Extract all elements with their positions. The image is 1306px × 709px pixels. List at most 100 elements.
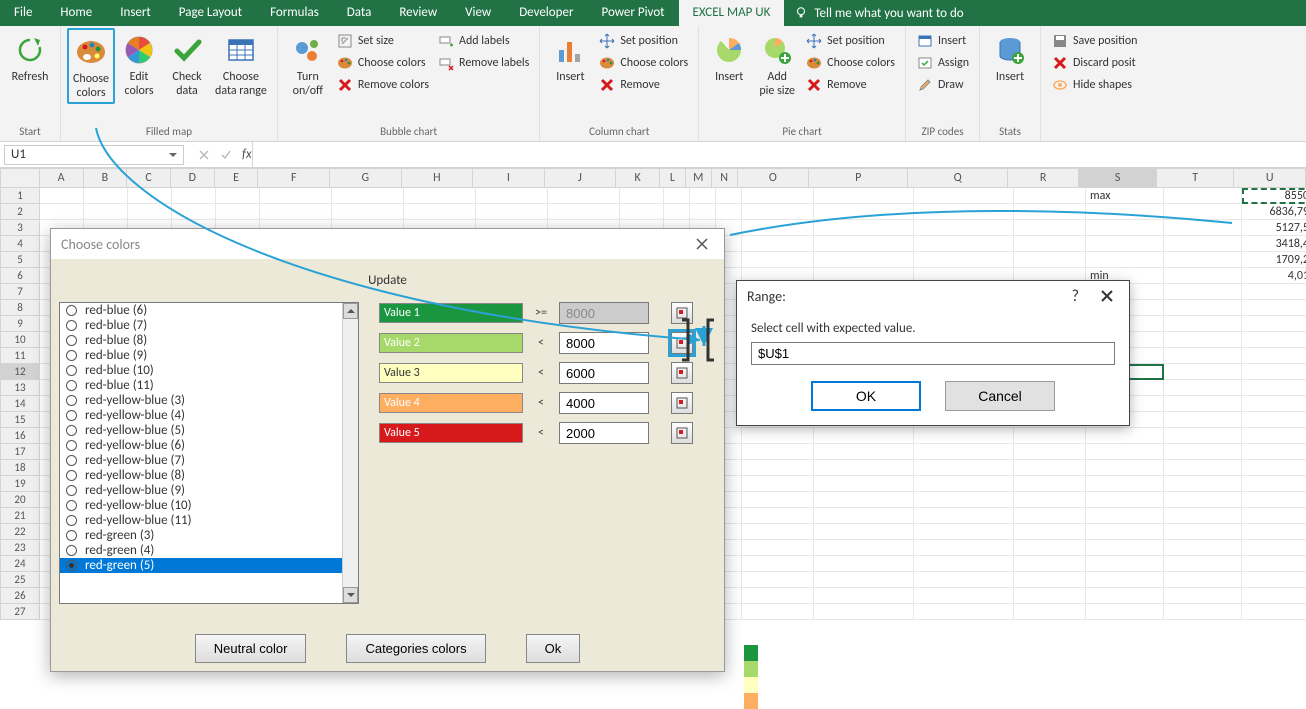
- row-header-3[interactable]: 3: [0, 220, 40, 236]
- cell-R18[interactable]: [1014, 460, 1086, 476]
- cell-P3[interactable]: [814, 220, 914, 236]
- row-header-24[interactable]: 24: [0, 556, 40, 572]
- cell-S19[interactable]: [1086, 476, 1164, 492]
- cell-Q27[interactable]: [914, 604, 1014, 620]
- row-header-10[interactable]: 10: [0, 332, 40, 348]
- cell-T10[interactable]: [1164, 332, 1242, 348]
- tab-excel-map-uk[interactable]: EXCEL MAP UK: [679, 0, 785, 26]
- cell-U15[interactable]: [1242, 412, 1306, 428]
- cell-Q25[interactable]: [914, 572, 1014, 588]
- cell-U19[interactable]: [1242, 476, 1306, 492]
- threshold-input[interactable]: [559, 332, 649, 354]
- cell-R25[interactable]: [1014, 572, 1086, 588]
- cell-Q21[interactable]: [914, 508, 1014, 524]
- cell-S1[interactable]: max: [1086, 188, 1164, 204]
- cell-R20[interactable]: [1014, 492, 1086, 508]
- cell-L1[interactable]: [664, 188, 690, 204]
- cell-Q5[interactable]: [914, 252, 1014, 268]
- cell-T12[interactable]: [1164, 364, 1242, 380]
- range-cancel-button[interactable]: Cancel: [945, 381, 1055, 411]
- cell-O3[interactable]: [742, 220, 814, 236]
- cell-U8[interactable]: [1242, 300, 1306, 316]
- neutral-color-button[interactable]: Neutral color: [195, 634, 307, 663]
- cell-Q16[interactable]: [914, 428, 1014, 444]
- row-header-19[interactable]: 19: [0, 476, 40, 492]
- tab-view[interactable]: View: [451, 0, 505, 26]
- cell-B1[interactable]: [84, 188, 128, 204]
- col-header-L[interactable]: L: [660, 168, 686, 188]
- bubble-remove-colors-button[interactable]: Remove colors: [332, 74, 433, 96]
- cell-S3[interactable]: [1086, 220, 1164, 236]
- choose-data-range-button[interactable]: Choose data range: [211, 28, 271, 100]
- col-header-D[interactable]: D: [171, 168, 215, 188]
- cell-T5[interactable]: [1164, 252, 1242, 268]
- column-remove-button[interactable]: Remove: [594, 74, 692, 96]
- cell-T11[interactable]: [1164, 348, 1242, 364]
- col-header-N[interactable]: N: [712, 168, 738, 188]
- col-header-B[interactable]: B: [84, 168, 128, 188]
- cell-F2[interactable]: [260, 204, 332, 220]
- row-header-9[interactable]: 9: [0, 316, 40, 332]
- dropdown-icon[interactable]: [169, 151, 177, 159]
- col-header-I[interactable]: I: [473, 168, 545, 188]
- cell-N1[interactable]: [716, 188, 742, 204]
- pie-remove-button[interactable]: Remove: [801, 74, 899, 96]
- color-scheme-option[interactable]: red-blue (8): [60, 333, 358, 348]
- bubble-set-size-button[interactable]: Set size: [332, 30, 433, 52]
- cell-R19[interactable]: [1014, 476, 1086, 492]
- cell-T17[interactable]: [1164, 444, 1242, 460]
- cell-U14[interactable]: [1242, 396, 1306, 412]
- tab-data[interactable]: Data: [333, 0, 386, 26]
- col-header-O[interactable]: O: [738, 168, 810, 188]
- cell-O27[interactable]: [742, 604, 814, 620]
- cell-R4[interactable]: [1014, 236, 1086, 252]
- cell-P20[interactable]: [814, 492, 914, 508]
- cell-K2[interactable]: [620, 204, 664, 220]
- cell-Q4[interactable]: [914, 236, 1014, 252]
- cell-N2[interactable]: [716, 204, 742, 220]
- cell-S18[interactable]: [1086, 460, 1164, 476]
- cell-O23[interactable]: [742, 540, 814, 556]
- cell-M1[interactable]: [690, 188, 716, 204]
- scroll-up-button[interactable]: [343, 303, 358, 319]
- formula-input[interactable]: [252, 142, 1306, 167]
- column-choose-colors-button[interactable]: Choose colors: [594, 52, 692, 74]
- cell-P17[interactable]: [814, 444, 914, 460]
- cell-U22[interactable]: [1242, 524, 1306, 540]
- cell-S17[interactable]: [1086, 444, 1164, 460]
- cell-O21[interactable]: [742, 508, 814, 524]
- threshold-input[interactable]: [559, 422, 649, 444]
- col-header-A[interactable]: A: [40, 168, 84, 188]
- scroll-down-button[interactable]: [343, 587, 358, 603]
- pie-position-button[interactable]: Set position: [801, 30, 899, 52]
- help-button[interactable]: ?: [1072, 287, 1079, 306]
- cell-Q23[interactable]: [914, 540, 1014, 556]
- cell-P22[interactable]: [814, 524, 914, 540]
- cell-T13[interactable]: [1164, 380, 1242, 396]
- cell-O1[interactable]: [742, 188, 814, 204]
- cell-T2[interactable]: [1164, 204, 1242, 220]
- cell-S20[interactable]: [1086, 492, 1164, 508]
- row-header-13[interactable]: 13: [0, 380, 40, 396]
- cell-P18[interactable]: [814, 460, 914, 476]
- cell-S21[interactable]: [1086, 508, 1164, 524]
- column-position-button[interactable]: Set position: [594, 30, 692, 52]
- pie-add-size-button[interactable]: Add pie size: [753, 28, 801, 100]
- col-header-G[interactable]: G: [330, 168, 402, 188]
- cell-T27[interactable]: [1164, 604, 1242, 620]
- cell-S22[interactable]: [1086, 524, 1164, 540]
- cell-H1[interactable]: [404, 188, 476, 204]
- cell-U3[interactable]: 5127,5: [1242, 220, 1306, 236]
- cell-J1[interactable]: [548, 188, 620, 204]
- cell-U18[interactable]: [1242, 460, 1306, 476]
- color-scheme-option[interactable]: red-green (4): [60, 543, 358, 558]
- cell-S23[interactable]: [1086, 540, 1164, 556]
- cell-L2[interactable]: [664, 204, 690, 220]
- cell-E2[interactable]: [216, 204, 260, 220]
- color-scheme-option[interactable]: red-yellow-blue (11): [60, 513, 358, 528]
- cell-P1[interactable]: [814, 188, 914, 204]
- choose-colors-button[interactable]: Choose colors: [67, 28, 115, 104]
- row-header-23[interactable]: 23: [0, 540, 40, 556]
- cell-T1[interactable]: [1164, 188, 1242, 204]
- row-header-20[interactable]: 20: [0, 492, 40, 508]
